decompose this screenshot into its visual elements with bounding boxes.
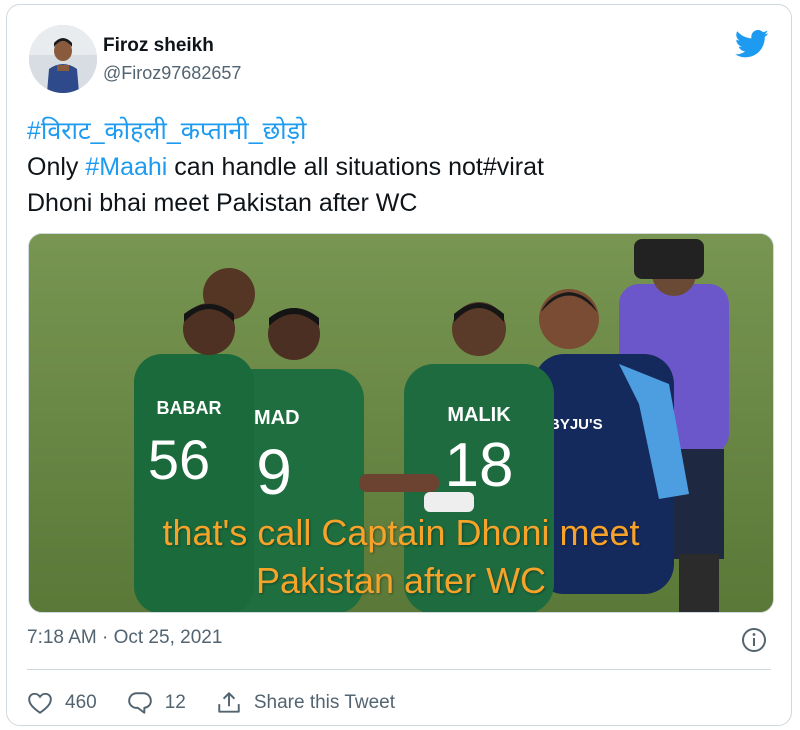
share-label: Share this Tweet	[253, 692, 396, 713]
author-handle[interactable]: @Firoz97682657	[103, 63, 241, 84]
share-button[interactable]: Share this Tweet	[216, 691, 395, 715]
tweet-line-2: Only #Maahi can handle all situations no…	[27, 149, 767, 185]
jersey-sponsor-text: BYJU'S	[549, 416, 603, 433]
jersey-name-imad: IMAD	[248, 407, 299, 429]
tweet-line-3: Dhoni bhai meet Pakistan after WC	[27, 189, 418, 217]
reply-button[interactable]: 12	[127, 691, 186, 715]
hashtag-maahi-link[interactable]: #Maahi	[85, 153, 167, 181]
reply-icon	[127, 692, 152, 714]
jersey-number-9: 9	[256, 436, 292, 508]
avatar[interactable]	[29, 25, 97, 93]
reply-count: 12	[164, 692, 186, 713]
tweet-media-image[interactable]: BYJU'S MALIK 18 IMAD 9 BABAR 56 that's c…	[28, 233, 774, 613]
tweet-text-segment: Only	[27, 153, 86, 181]
tweet-actions: 460 12 Share this Tweet	[27, 685, 425, 721]
share-icon	[218, 692, 240, 713]
tweet-card: Firoz sheikh @Firoz97682657 #विराट_कोहली…	[6, 4, 792, 726]
twitter-bird-icon[interactable]	[734, 29, 769, 59]
tweet-text-segment: can handle all situations not#virat	[167, 153, 544, 181]
jersey-number-56: 56	[148, 428, 210, 491]
like-count: 460	[65, 692, 97, 713]
like-button[interactable]: 460	[27, 691, 97, 715]
tweet-text: #विराट_कोहली_कप्तानी_छोड़ो Only #Maahi c…	[27, 113, 767, 221]
jersey-name-malik: MALIK	[447, 404, 511, 426]
info-icon[interactable]	[741, 627, 767, 653]
jersey-number-18: 18	[445, 431, 514, 500]
divider	[27, 669, 771, 670]
hashtag-link[interactable]: #विराट_कोहली_कप्तानी_छोड़ो	[27, 117, 307, 145]
heart-icon	[28, 692, 52, 714]
media-caption-line-2: Pakistan after WC	[255, 560, 547, 601]
tweet-timestamp[interactable]: 7:18 AM · Oct 25, 2021	[27, 627, 222, 649]
author-display-name[interactable]: Firoz sheikh	[103, 35, 214, 57]
jersey-name-babar: BABAR	[157, 398, 222, 418]
media-caption-line-1: that's call Captain Dhoni meet	[162, 512, 640, 553]
